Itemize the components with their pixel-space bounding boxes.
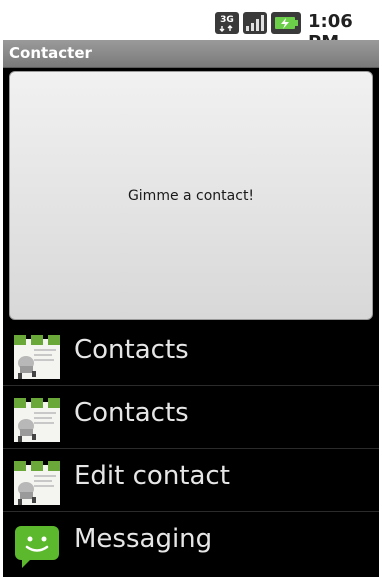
list-item-contacts-2[interactable]: Contacts [3,386,379,449]
activity-chooser-list: Contacts Contacts Edit contact Messaging [3,323,379,575]
list-item-label: Edit contact [74,461,230,491]
android-contacts-icon [14,335,60,379]
3g-label: 3G [220,15,234,25]
messaging-icon [15,526,59,568]
status-bar: 3G 1:06 PM [3,3,379,53]
app-title: Contacter [9,44,92,62]
list-item-edit-contact[interactable]: Edit contact [3,449,379,512]
android-contacts-icon [14,461,60,505]
list-item-label: Contacts [74,398,189,428]
list-item-label: Messaging [74,524,213,554]
android-contacts-icon [14,398,60,442]
3g-icon: 3G [215,12,239,34]
gimme-contact-button[interactable]: Gimme a contact! [9,71,373,320]
list-item-label: Contacts [74,335,189,365]
phone-screen: 3G 1:06 PM Contacter Gimme a contact! [3,3,379,577]
list-item-messaging[interactable]: Messaging [3,512,379,575]
gimme-contact-label: Gimme a contact! [127,187,255,204]
battery-charging-icon [271,12,301,34]
list-item-contacts-1[interactable]: Contacts [3,323,379,386]
title-bar: Contacter [3,40,379,68]
signal-icon [243,12,267,34]
